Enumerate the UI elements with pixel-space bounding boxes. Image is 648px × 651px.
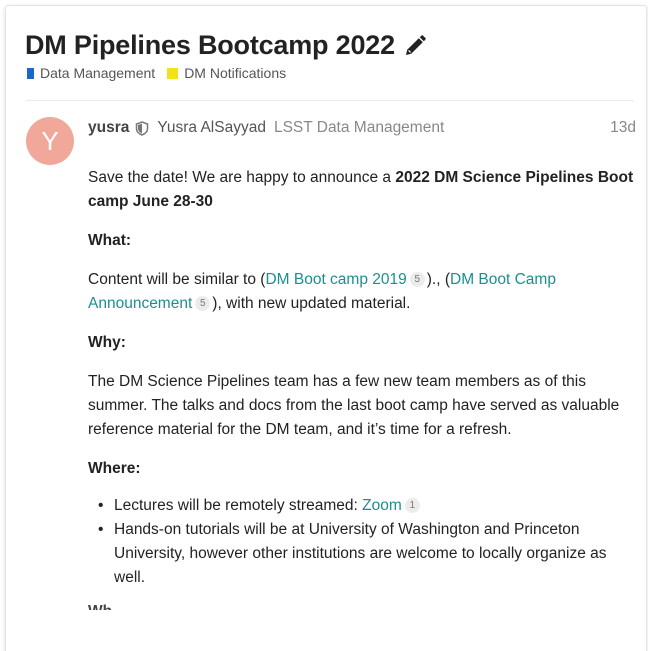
category-dm-notifications[interactable]: DM Notifications — [167, 65, 286, 81]
post-username[interactable]: yusra — [88, 119, 129, 137]
link-click-count: 5 — [195, 296, 211, 311]
intro-paragraph: Save the date! We are happy to announce … — [88, 166, 640, 214]
category-swatch — [167, 67, 179, 79]
list-item-text: Lectures will be remotely streamed: — [114, 497, 363, 514]
category-data-management[interactable]: Data Management — [27, 65, 155, 81]
post-age[interactable]: 13d — [610, 119, 636, 137]
topic-title[interactable]: DM Pipelines Bootcamp 2022 — [25, 30, 395, 61]
content-text: ), with new updated material. — [212, 295, 411, 312]
content-text: )., ( — [426, 271, 450, 288]
divider — [26, 100, 634, 101]
where-heading: Where: — [88, 460, 141, 477]
pencil-icon[interactable] — [403, 34, 427, 58]
why-heading: Why: — [88, 334, 126, 351]
avatar-letter: Y — [41, 125, 59, 156]
what-heading: What: — [88, 232, 132, 249]
post-body: Save the date! We are happy to announce … — [88, 166, 640, 610]
link-click-count: 5 — [409, 272, 425, 287]
category-swatch — [27, 67, 34, 79]
zoom-link[interactable]: Zoom — [362, 497, 402, 514]
post-user-group: LSST Data Management — [273, 119, 445, 136]
link-click-count: 1 — [404, 498, 420, 513]
post-full-name[interactable]: Yusra AlSayyad — [157, 119, 266, 137]
intro-text: Save the date! We are happy to announce … — [88, 169, 396, 186]
category-label: DM Notifications — [184, 65, 287, 81]
list-item: Lectures will be remotely streamed: Zoom… — [98, 494, 640, 518]
next-heading-partial: Wh — [88, 600, 640, 610]
list-item: Hands-on tutorials will be at University… — [98, 518, 640, 590]
topic-title-row: DM Pipelines Bootcamp 2022 — [25, 30, 427, 61]
content-text: Content will be similar to ( — [88, 271, 266, 288]
avatar[interactable]: Y — [26, 117, 74, 165]
category-label: Data Management — [40, 65, 156, 81]
where-list: Lectures will be remotely streamed: Zoom… — [98, 494, 640, 590]
category-badges: Data Management DM Notifications — [27, 65, 298, 81]
dm-boot-camp-2019-link[interactable]: DM Boot camp 2019 — [265, 271, 406, 288]
why-paragraph: The DM Science Pipelines team has a few … — [88, 373, 620, 438]
topic-page: DM Pipelines Bootcamp 2022 Data Manageme… — [6, 6, 646, 651]
shield-icon — [135, 120, 149, 136]
post-meta: yusra Yusra AlSayyad LSST Data Managemen… — [88, 119, 636, 137]
what-paragraph: Content will be similar to (DM Boot camp… — [88, 268, 640, 316]
